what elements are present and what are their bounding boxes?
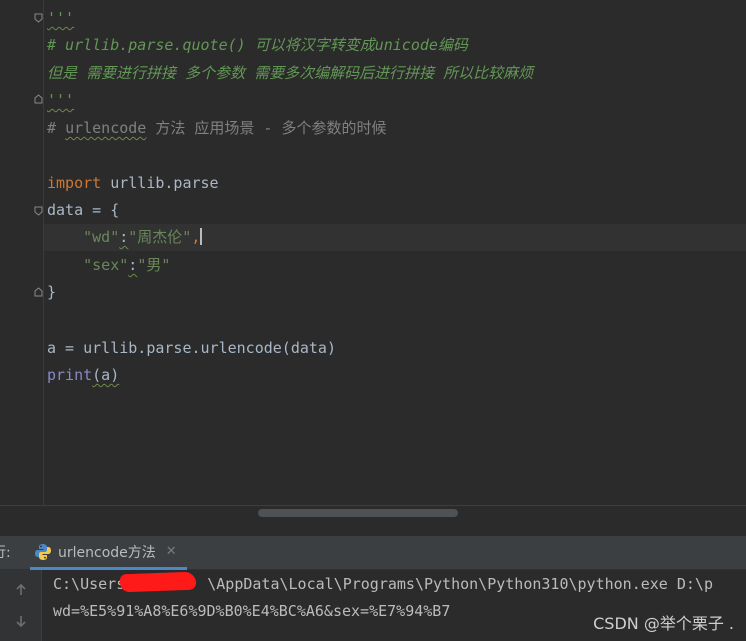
string-key: "sex" <box>83 256 129 274</box>
code-line-current[interactable]: "wd":"周杰伦", <box>44 224 746 251</box>
code-line[interactable]: data = { <box>47 197 119 224</box>
run-tool-window-header: 行: urlencode方法 ✕ <box>0 536 746 570</box>
fold-start-icon[interactable] <box>34 206 43 216</box>
console-output-line: wd=%E5%91%A8%E6%9D%B0%E4%BC%A6&sex=%E7%9… <box>53 602 451 620</box>
code-editor[interactable]: ''' # urllib.parse.quote() 可以将汉字转变成unico… <box>0 0 746 505</box>
docstring-delimiter: ''' <box>47 9 75 27</box>
run-tab-label: urlencode方法 <box>58 544 156 561</box>
comment-text: 方法 应用场景 - 多个参数的时候 <box>146 119 387 137</box>
fold-end-icon[interactable] <box>34 287 43 297</box>
code-line[interactable]: import urllib.parse <box>47 170 219 197</box>
code-text: a = urllib.parse.urlencode(data) <box>47 339 336 357</box>
colon: : <box>128 256 138 274</box>
run-tab[interactable]: urlencode方法 ✕ <box>30 536 187 570</box>
keyword-import: import <box>47 174 102 192</box>
builtin-print: print <box>47 366 93 384</box>
close-icon[interactable]: ✕ <box>166 544 177 559</box>
string-value: "男" <box>137 256 171 274</box>
string-value: "周杰伦" <box>128 228 192 246</box>
redaction-mark <box>119 571 197 593</box>
python-icon <box>35 543 51 560</box>
fold-end-icon[interactable] <box>34 94 43 104</box>
code-line[interactable]: ''' <box>47 5 74 32</box>
code-line[interactable]: print(a) <box>47 362 119 389</box>
code-line[interactable]: 但是 需要进行拼接 多个参数 需要多次编解码后进行拼接 所以比较麻烦 <box>47 60 533 87</box>
code-line[interactable]: "sex":"男" <box>47 252 170 279</box>
fold-start-icon[interactable] <box>34 13 43 23</box>
docstring-delimiter: ''' <box>47 91 75 109</box>
up-arrow-icon[interactable] <box>12 581 30 599</box>
down-arrow-icon[interactable] <box>12 612 30 630</box>
text-cursor <box>200 228 203 245</box>
code-text: urllib.parse <box>101 174 219 192</box>
comma: , <box>191 228 201 246</box>
watermark: CSDN @举个栗子 . <box>593 614 734 633</box>
docstring-text: # urllib.parse.quote() 可以将汉字转变成unicode编码 <box>47 36 468 54</box>
code-line[interactable]: a = urllib.parse.urlencode(data) <box>47 335 336 362</box>
comment-word: urlencode <box>65 119 147 137</box>
code-line[interactable]: ''' <box>47 87 74 114</box>
comment-prefix: # <box>47 119 66 137</box>
docstring-text: 但是 需要进行拼接 多个参数 需要多次编解码后进行拼接 所以比较麻烦 <box>47 64 534 82</box>
code-line[interactable]: # urlencode 方法 应用场景 - 多个参数的时候 <box>47 115 387 142</box>
string-key: "wd" <box>83 228 120 246</box>
code-line[interactable]: } <box>47 279 56 306</box>
colon: : <box>119 228 129 246</box>
code-text: } <box>47 283 57 301</box>
horizontal-scrollbar[interactable] <box>258 509 458 517</box>
console-toolbar <box>0 570 42 641</box>
code-text: data = { <box>47 201 120 219</box>
code-text: (a) <box>92 366 120 384</box>
editor-gutter <box>0 0 44 505</box>
run-label: 行: <box>0 545 11 561</box>
code-line[interactable]: # urllib.parse.quote() 可以将汉字转变成unicode编码 <box>47 32 468 59</box>
